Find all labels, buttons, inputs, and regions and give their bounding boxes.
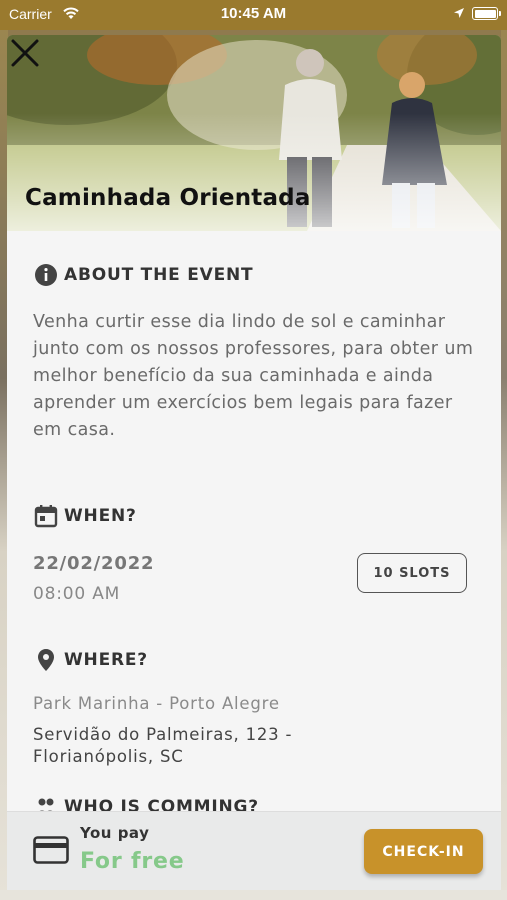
credit-card-icon (33, 836, 69, 864)
who-heading: WHO IS COMMING? (34, 795, 259, 811)
info-icon (35, 264, 57, 286)
price-label: For free (80, 849, 185, 874)
you-pay-label: You pay (80, 824, 150, 842)
event-place: Park Marinha - Porto Alegre (33, 694, 280, 713)
about-heading-label: ABOUT THE EVENT (64, 265, 254, 285)
battery-icon (472, 7, 501, 20)
about-heading: ABOUT THE EVENT (34, 263, 253, 287)
event-modal: Caminhada Orientada ABOUT THE EVENT Venh… (7, 35, 501, 890)
event-hero-image: Caminhada Orientada (7, 35, 501, 231)
where-heading: WHERE? (34, 648, 148, 672)
checkin-button[interactable]: CHECK-IN (364, 829, 483, 874)
slots-badge: 10 SLOTS (357, 553, 467, 593)
backdrop (501, 30, 507, 900)
location-arrow-icon (454, 8, 464, 18)
status-time: 10:45 AM (220, 5, 287, 22)
backdrop-bottom (0, 890, 507, 900)
status-bar: Carrier 10:45 AM (0, 0, 507, 30)
when-heading: WHEN? (34, 504, 137, 528)
about-description: Venha curtir esse dia lindo de sol e cam… (33, 312, 474, 440)
when-heading-label: WHEN? (64, 506, 137, 526)
where-heading-label: WHERE? (64, 650, 148, 670)
event-date: 22/02/2022 (33, 553, 155, 574)
close-icon[interactable] (7, 35, 43, 71)
event-address: Servidão do Palmeiras, 123 - Florianópol… (33, 725, 293, 766)
location-pin-icon (38, 649, 54, 671)
people-icon (38, 798, 54, 811)
event-title: Caminhada Orientada (25, 185, 311, 211)
event-time: 08:00 AM (33, 584, 121, 604)
who-heading-label: WHO IS COMMING? (64, 797, 259, 811)
footer-bar: You pay For free CHECK-IN (7, 811, 501, 890)
event-details: ABOUT THE EVENT Venha curtir esse dia li… (7, 231, 501, 811)
calendar-icon (34, 505, 58, 528)
